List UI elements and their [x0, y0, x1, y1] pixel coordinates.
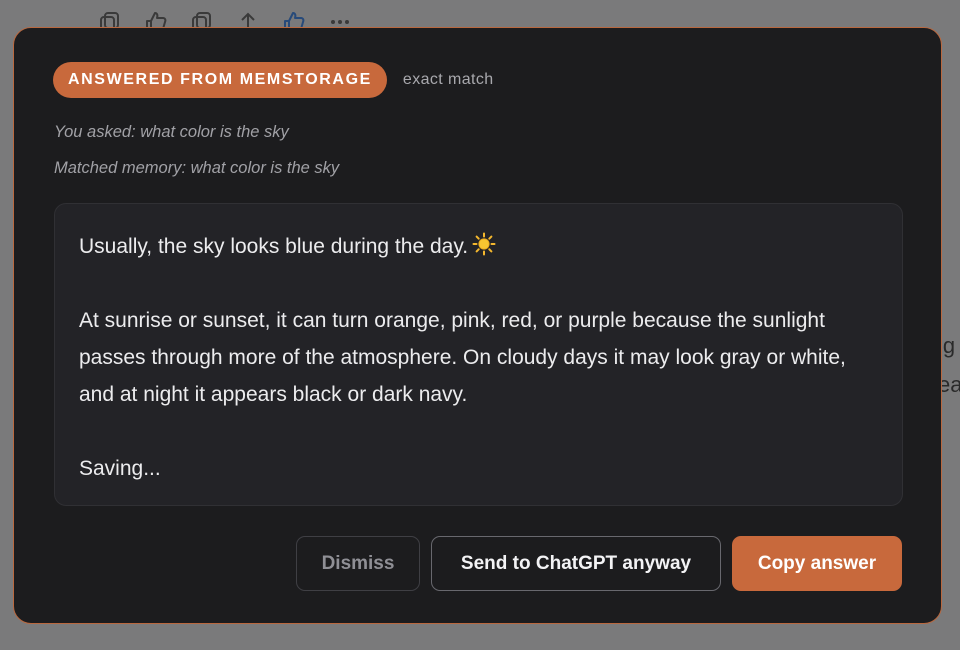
saving-status: Saving...: [79, 457, 161, 480]
matched-memory: Matched memory: what color is the sky: [54, 159, 340, 177]
send-to-chatgpt-button[interactable]: Send to ChatGPT anyway: [431, 536, 721, 591]
memstorage-answer-dialog: ANSWERED FROM MEMSTORAGE exact match You…: [13, 27, 942, 624]
sun-emoji-icon: [472, 231, 496, 256]
answer-box: Usually, the sky looks blue during the d…: [54, 203, 903, 506]
answer-line-1: Usually, the sky looks blue during the d…: [79, 235, 469, 258]
dialog-actions: Dismiss Send to ChatGPT anyway Copy answ…: [296, 536, 902, 591]
copy-answer-button[interactable]: Copy answer: [732, 536, 902, 591]
source-badge: ANSWERED FROM MEMSTORAGE: [53, 62, 387, 98]
match-type-label: exact match: [402, 71, 494, 88]
asked-question: You asked: what color is the sky: [54, 123, 289, 141]
answer-first-line: Usually, the sky looks blue during the d…: [79, 228, 878, 265]
answer-paragraph: At sunrise or sunset, it can turn orange…: [79, 309, 846, 406]
dismiss-button[interactable]: Dismiss: [296, 536, 420, 591]
dialog-header: ANSWERED FROM MEMSTORAGE exact match: [53, 62, 494, 98]
